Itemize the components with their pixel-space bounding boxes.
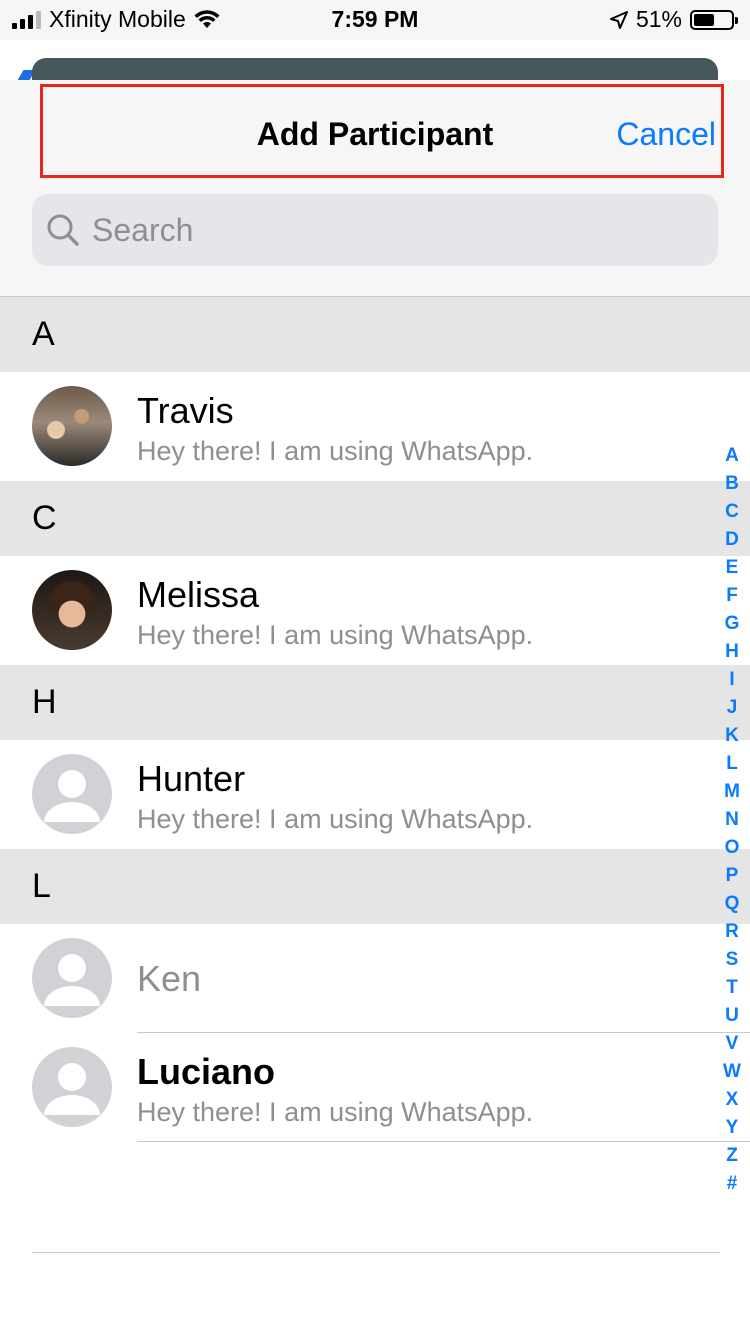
avatar: [32, 386, 112, 466]
index-letter[interactable]: L: [726, 750, 738, 778]
index-letter[interactable]: A: [725, 442, 739, 470]
section-header-c: C: [0, 481, 750, 556]
index-letter[interactable]: I: [729, 666, 734, 694]
default-avatar-icon: [32, 1047, 112, 1127]
index-letter[interactable]: D: [725, 526, 739, 554]
section-index-bar[interactable]: A B C D E F G H I J K L M N O P Q R S T …: [722, 442, 742, 1198]
contact-list: A Travis Hey there! I am using WhatsApp.…: [0, 297, 750, 1142]
index-letter[interactable]: W: [723, 1058, 741, 1086]
contact-name: Ken: [137, 958, 202, 999]
battery-percent: 51%: [635, 6, 682, 32]
index-letter[interactable]: Q: [725, 890, 740, 918]
section-header-a: A: [0, 297, 750, 372]
cancel-button[interactable]: Cancel: [616, 116, 716, 153]
index-letter[interactable]: #: [727, 1170, 738, 1198]
index-letter[interactable]: B: [725, 470, 739, 498]
index-letter[interactable]: V: [726, 1030, 739, 1058]
search-input[interactable]: [90, 210, 654, 250]
search-bar[interactable]: [32, 194, 718, 266]
index-letter[interactable]: J: [727, 694, 738, 722]
contact-name: Luciano: [137, 1051, 276, 1092]
contact-row-travis[interactable]: Travis Hey there! I am using WhatsApp.: [0, 372, 750, 481]
index-letter[interactable]: P: [726, 862, 739, 890]
contact-row-melissa[interactable]: Melissa Hey there! I am using WhatsApp.: [0, 556, 750, 665]
index-letter[interactable]: O: [725, 834, 740, 862]
row-divider: [137, 1141, 750, 1142]
index-letter[interactable]: U: [725, 1002, 739, 1030]
index-letter[interactable]: N: [725, 806, 739, 834]
index-letter[interactable]: C: [725, 498, 739, 526]
index-letter[interactable]: M: [724, 778, 740, 806]
bottom-divider: [32, 1252, 720, 1253]
default-avatar-icon: [32, 754, 112, 834]
contact-row-hunter[interactable]: Hunter Hey there! I am using WhatsApp.: [0, 740, 750, 849]
index-letter[interactable]: E: [726, 554, 739, 582]
avatar: [32, 570, 112, 650]
contact-status: Hey there! I am using WhatsApp.: [137, 436, 534, 466]
index-letter[interactable]: G: [725, 610, 740, 638]
contact-row-ken[interactable]: Ken: [0, 924, 750, 1033]
index-letter[interactable]: Z: [726, 1142, 738, 1170]
location-arrow-icon: [609, 10, 628, 29]
status-bar: Xfinity Mobile 7:59 PM 51%: [0, 0, 750, 40]
contact-status: Hey there! I am using WhatsApp.: [137, 804, 534, 834]
contact-row-luciano[interactable]: Luciano Hey there! I am using WhatsApp.: [0, 1033, 750, 1142]
add-participant-sheet: Add Participant Cancel A Travis Hey ther…: [0, 80, 750, 1334]
index-letter[interactable]: Y: [726, 1114, 739, 1142]
section-header-h: H: [0, 665, 750, 740]
battery-icon: [690, 9, 738, 30]
index-letter[interactable]: H: [725, 638, 739, 666]
sheet-header: Add Participant Cancel: [0, 80, 750, 297]
index-letter[interactable]: S: [726, 946, 739, 974]
index-letter[interactable]: R: [725, 918, 739, 946]
contact-status: Hey there! I am using WhatsApp.: [137, 620, 534, 650]
index-letter[interactable]: K: [725, 722, 739, 750]
contact-name: Travis: [137, 390, 234, 431]
search-icon: [47, 214, 79, 246]
section-header-l: L: [0, 849, 750, 924]
contact-name: Melissa: [137, 574, 260, 615]
contact-name: Hunter: [137, 758, 246, 799]
status-right: 51%: [609, 6, 738, 33]
contact-status: Hey there! I am using WhatsApp.: [137, 1097, 534, 1127]
default-avatar-icon: [32, 938, 112, 1018]
index-letter[interactable]: T: [726, 974, 738, 1002]
index-letter[interactable]: X: [726, 1086, 739, 1114]
index-letter[interactable]: F: [726, 582, 738, 610]
